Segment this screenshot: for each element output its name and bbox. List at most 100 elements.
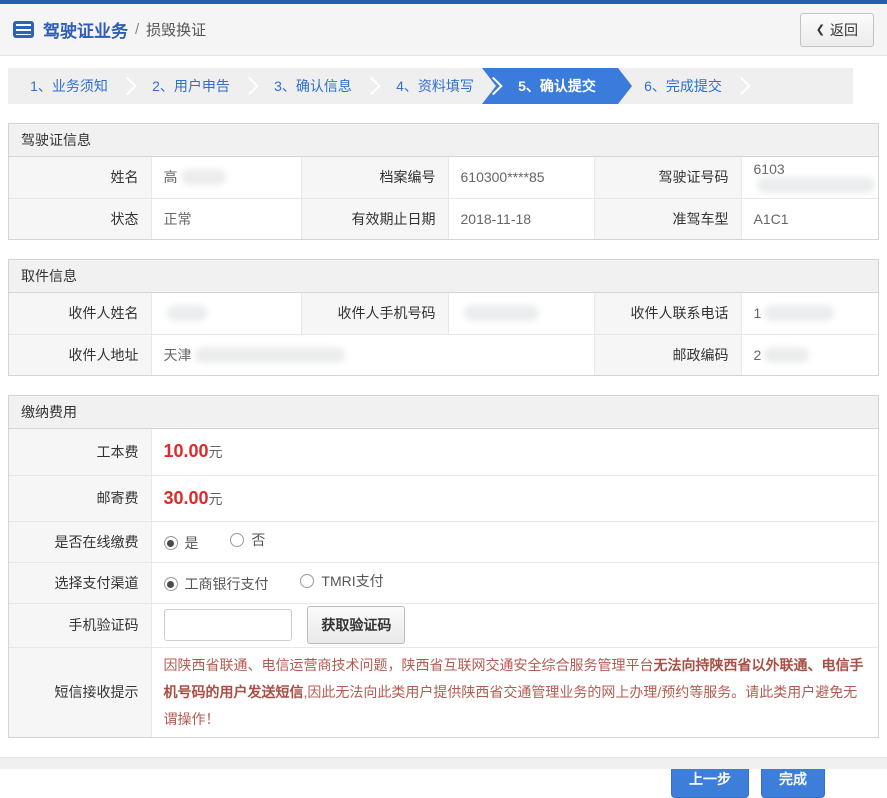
list-icon (13, 21, 34, 38)
captcha-input[interactable] (163, 609, 292, 641)
back-button[interactable]: ❮ 返回 (799, 12, 874, 47)
radio-dot (167, 539, 174, 547)
section-title-pickup: 取件信息 (9, 260, 878, 293)
expiry-value: 2018-11-18 (447, 197, 595, 239)
chevron-left-icon: ❮ (815, 24, 825, 36)
step-bar-filler (744, 68, 853, 104)
table-row: 工本费 10.00元 (9, 429, 878, 476)
recipient-address-label: 收件人地址 (9, 333, 152, 375)
radio-option-icbc[interactable]: 工商银行支付 (163, 574, 269, 594)
postage-fee-amount: 30.00 (163, 487, 209, 508)
radio-checked-icon[interactable] (163, 577, 178, 592)
recipient-phone-label: 收件人手机号码 (300, 293, 449, 335)
recipient-name-label: 收件人姓名 (9, 293, 152, 335)
step-label: 1、业务须知 (30, 78, 108, 94)
radio-option-yes-label: 是 (184, 535, 199, 552)
section-title-payment: 缴纳费用 (9, 396, 878, 429)
file-no-label: 档案编号 (300, 157, 449, 199)
step-label: 6、完成提交 (644, 78, 722, 94)
breadcrumb-separator: / (135, 21, 140, 38)
license-no-value-text: 6103 (753, 161, 785, 178)
postal-code-value-text: 2 (753, 346, 762, 363)
table-row: 手机验证码 获取验证码 (9, 602, 878, 648)
license-info-table: 姓名 高 档案编号 610300****85 驾驶证号码 6103 状态 正常 … (9, 157, 878, 239)
radio-option-no[interactable]: 否 (230, 530, 265, 550)
table-row: 选择支付渠道 工商银行支付 TMRI支付 (9, 561, 878, 604)
step-wizard: 1、业务须知 2、用户申告 3、确认信息 4、资料填写 5、确认提交 6、完成提… (8, 68, 853, 104)
postal-code-value: 2 (740, 333, 878, 375)
sms-notice-text: 因陕西省联通、电信运营商技术问题，陕西省互联网交通安全综合服务管理平台无法向持陕… (164, 648, 867, 737)
postal-code-label: 邮政编码 (593, 333, 742, 375)
sms-notice-label: 短信接收提示 (9, 646, 152, 737)
recipient-address-value: 天津 (150, 333, 595, 375)
table-row: 是否在线缴费 是 否 (9, 520, 878, 563)
redacted-text (764, 305, 835, 322)
table-row: 短信接收提示 因陕西省联通、电信运营商技术问题，陕西省互联网交通安全综合服务管理… (9, 646, 878, 737)
production-fee-value: 10.00元 (150, 429, 878, 476)
redacted-text (463, 305, 539, 322)
online-pay-options: 是 否 (150, 520, 878, 563)
step-5-confirm-submit-active[interactable]: 5、确认提交 (482, 68, 632, 104)
step-label: 4、资料填写 (396, 78, 474, 94)
status-value: 正常 (150, 197, 302, 239)
section-title-license: 驾驶证信息 (9, 124, 878, 157)
step-label: 5、确认提交 (518, 78, 596, 94)
radio-option-tmri-label: TMRI支付 (321, 572, 384, 589)
captcha-label: 手机验证码 (9, 602, 152, 648)
step-1-business-notice[interactable]: 1、业务须知 (8, 68, 137, 104)
name-label: 姓名 (9, 157, 152, 199)
table-row: 邮寄费 30.00元 (9, 474, 878, 522)
license-no-label: 驾驶证号码 (593, 157, 742, 199)
name-value: 高 (150, 157, 302, 199)
file-no-value: 610300****85 (447, 157, 595, 199)
redacted-text (756, 177, 875, 194)
step-2-user-declaration[interactable]: 2、用户申告 (130, 68, 259, 104)
payment-table: 工本费 10.00元 邮寄费 30.00元 是否在线缴费 是 否 选择支付渠道 … (9, 429, 878, 737)
recipient-tel-label: 收件人联系电话 (593, 293, 742, 335)
redacted-text (194, 346, 345, 363)
get-captcha-button[interactable]: 获取验证码 (307, 606, 406, 644)
radio-unchecked-icon[interactable] (230, 532, 245, 547)
table-row: 收件人姓名 收件人手机号码 收件人联系电话 1 (9, 293, 878, 335)
step-4-fill-data[interactable]: 4、资料填写 (374, 68, 503, 104)
production-fee-amount: 10.00 (163, 441, 209, 462)
radio-option-tmri[interactable]: TMRI支付 (300, 571, 384, 591)
pay-channel-options: 工商银行支付 TMRI支付 (150, 561, 878, 604)
expiry-label: 有效期止日期 (300, 197, 449, 239)
pay-channel-label: 选择支付渠道 (9, 561, 152, 604)
step-6-complete-submit[interactable]: 6、完成提交 (622, 68, 751, 104)
status-label: 状态 (9, 197, 152, 239)
recipient-phone-value (447, 293, 595, 335)
pickup-info-table: 收件人姓名 收件人手机号码 收件人联系电话 1 收件人地址 天津 邮政编码 2 (9, 293, 878, 375)
redacted-text (764, 346, 810, 363)
app-header: 驾驶证业务 / 损毁换证 ❮ 返回 (0, 4, 887, 56)
redacted-text (166, 305, 207, 322)
recipient-name-value (150, 293, 302, 335)
page-title: 驾驶证业务 (43, 22, 128, 41)
radio-option-yes[interactable]: 是 (163, 533, 199, 553)
recipient-tel-value-text: 1 (753, 305, 762, 322)
page-bottom-strip (0, 757, 887, 769)
postage-fee-label: 邮寄费 (9, 474, 152, 522)
radio-unchecked-icon[interactable] (300, 573, 315, 588)
fee-unit: 元 (208, 444, 223, 461)
license-info-section: 驾驶证信息 姓名 高 档案编号 610300****85 驾驶证号码 6103 … (8, 123, 879, 240)
radio-dot (167, 580, 174, 588)
license-no-value: 6103 (740, 157, 878, 199)
radio-option-icbc-label: 工商银行支付 (184, 576, 269, 593)
sms-text-part1: 因陕西省联通、电信运营商技术问题，陕西省互联网交通安全综合服务管理平台 (163, 656, 654, 673)
pickup-info-section: 取件信息 收件人姓名 收件人手机号码 收件人联系电话 1 收件人地址 天津 邮政… (8, 259, 879, 376)
fee-unit: 元 (208, 490, 223, 507)
name-value-text: 高 (163, 169, 178, 186)
captcha-controls: 获取验证码 (150, 602, 878, 648)
table-row: 姓名 高 档案编号 610300****85 驾驶证号码 6103 (9, 157, 878, 199)
breadcrumb-current: 损毁换证 (146, 22, 207, 39)
payment-section: 缴纳费用 工本费 10.00元 邮寄费 30.00元 是否在线缴费 是 否 选择… (8, 395, 879, 738)
postage-fee-value: 30.00元 (150, 474, 878, 522)
recipient-tel-value: 1 (740, 293, 878, 335)
back-button-label: 返回 (830, 21, 858, 38)
radio-option-no-label: 否 (251, 531, 266, 548)
radio-checked-icon[interactable] (163, 536, 178, 551)
table-row: 收件人地址 天津 邮政编码 2 (9, 333, 878, 375)
step-3-confirm-info[interactable]: 3、确认信息 (252, 68, 381, 104)
